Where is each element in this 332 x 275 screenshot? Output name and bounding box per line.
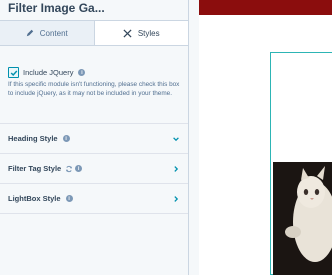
info-icon[interactable]: i: [62, 135, 70, 142]
site-header-bar: [199, 0, 332, 15]
tab-styles[interactable]: Styles: [93, 21, 188, 45]
include-jquery-field: Include JQuery i If this specific module…: [0, 47, 188, 124]
section-lightbox-style-title: LightBox Style i: [8, 194, 73, 203]
section-lightbox-style-label: LightBox Style: [8, 194, 61, 203]
include-jquery-checkbox[interactable]: [8, 67, 19, 78]
section-filter-tag-style[interactable]: Filter Tag Style i: [0, 154, 188, 184]
pencil-icon: [26, 29, 34, 37]
tab-content-label: Content: [39, 28, 68, 38]
gallery-image[interactable]: [273, 162, 332, 275]
info-icon[interactable]: i: [78, 69, 86, 76]
brush-icon: [123, 28, 132, 38]
panel-title: Filter Image Ga...: [8, 1, 105, 15]
sync-icon: [65, 165, 73, 173]
section-heading-style[interactable]: Heading Style i: [0, 124, 188, 154]
section-heading-style-title: Heading Style i: [8, 134, 70, 143]
section-heading-style-label: Heading Style: [8, 134, 58, 143]
info-icon[interactable]: i: [75, 165, 83, 172]
editor-panel: Filter Image Ga... Content Styles Includ…: [0, 0, 189, 275]
section-filter-tag-style-label: Filter Tag Style: [8, 164, 62, 173]
chevron-right-icon: [174, 165, 179, 172]
section-lightbox-style[interactable]: LightBox Style i: [0, 184, 188, 214]
chevron-right-icon: [174, 195, 179, 202]
styles-content: Include JQuery i If this specific module…: [0, 47, 188, 214]
tab-styles-label: Styles: [137, 28, 160, 38]
tab-bar: Content Styles: [0, 20, 188, 46]
section-filter-tag-style-title: Filter Tag Style i: [8, 164, 83, 173]
include-jquery-help: If this specific module isn't functionin…: [8, 81, 180, 97]
panel-header: Filter Image Ga...: [0, 0, 188, 18]
cat-photo-icon: [273, 162, 332, 275]
tab-content[interactable]: Content: [0, 21, 94, 45]
check-icon: [10, 70, 17, 76]
include-jquery-row: Include JQuery i: [8, 67, 180, 78]
include-jquery-label: Include JQuery: [23, 68, 74, 77]
info-icon[interactable]: i: [65, 195, 73, 202]
chevron-down-icon: [173, 136, 179, 141]
